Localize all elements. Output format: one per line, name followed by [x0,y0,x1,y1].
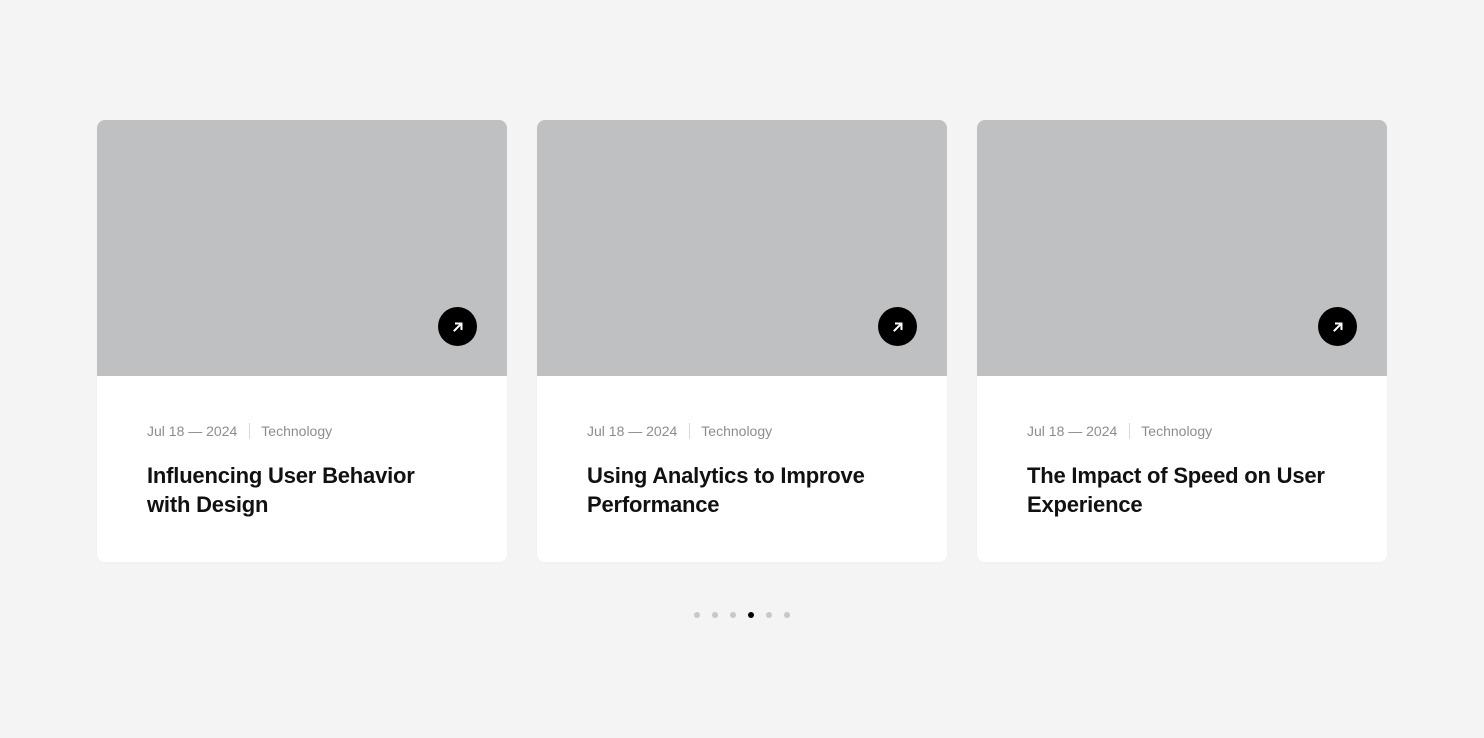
arrow-up-right-icon [1332,322,1342,332]
pagination-dot[interactable] [694,612,700,618]
open-post-button[interactable] [878,307,917,346]
blog-carousel: Jul 18 — 2024 Technology Influencing Use… [97,120,1387,562]
card-image-placeholder[interactable] [97,120,507,376]
arrow-up-right-icon [452,322,462,332]
meta-divider [689,423,691,439]
post-meta: Jul 18 — 2024 Technology [587,422,897,440]
card-body: Jul 18 — 2024 Technology The Impact of S… [977,376,1387,519]
card-body: Jul 18 — 2024 Technology Influencing Use… [97,376,507,519]
post-category[interactable]: Technology [261,422,332,440]
post-title[interactable]: Using Analytics to Improve Performance [587,461,887,519]
pagination-dot[interactable] [730,612,736,618]
pagination-dot-active[interactable] [748,612,754,618]
meta-divider [249,423,251,439]
post-category[interactable]: Technology [1141,422,1212,440]
card-image-placeholder[interactable] [537,120,947,376]
post-date: Jul 18 — 2024 [147,423,238,439]
blog-card[interactable]: Jul 18 — 2024 Technology The Impact of S… [977,120,1387,562]
blog-card[interactable]: Jul 18 — 2024 Technology Influencing Use… [97,120,507,562]
arrow-up-right-icon [892,322,902,332]
post-meta: Jul 18 — 2024 Technology [1027,422,1337,440]
meta-divider [1129,423,1131,439]
post-date: Jul 18 — 2024 [587,423,678,439]
card-body: Jul 18 — 2024 Technology Using Analytics… [537,376,947,519]
card-image-placeholder[interactable] [977,120,1387,376]
post-date: Jul 18 — 2024 [1027,423,1118,439]
page: Jul 18 — 2024 Technology Influencing Use… [0,0,1484,738]
pagination-dot[interactable] [712,612,718,618]
post-title[interactable]: The Impact of Speed on User Experience [1027,461,1327,519]
post-meta: Jul 18 — 2024 Technology [147,422,457,440]
pagination-dot[interactable] [784,612,790,618]
blog-card[interactable]: Jul 18 — 2024 Technology Using Analytics… [537,120,947,562]
pagination-dot[interactable] [766,612,772,618]
post-title[interactable]: Influencing User Behavior with Design [147,461,447,519]
carousel-pagination [694,612,790,618]
post-category[interactable]: Technology [701,422,772,440]
open-post-button[interactable] [1318,307,1357,346]
open-post-button[interactable] [438,307,477,346]
